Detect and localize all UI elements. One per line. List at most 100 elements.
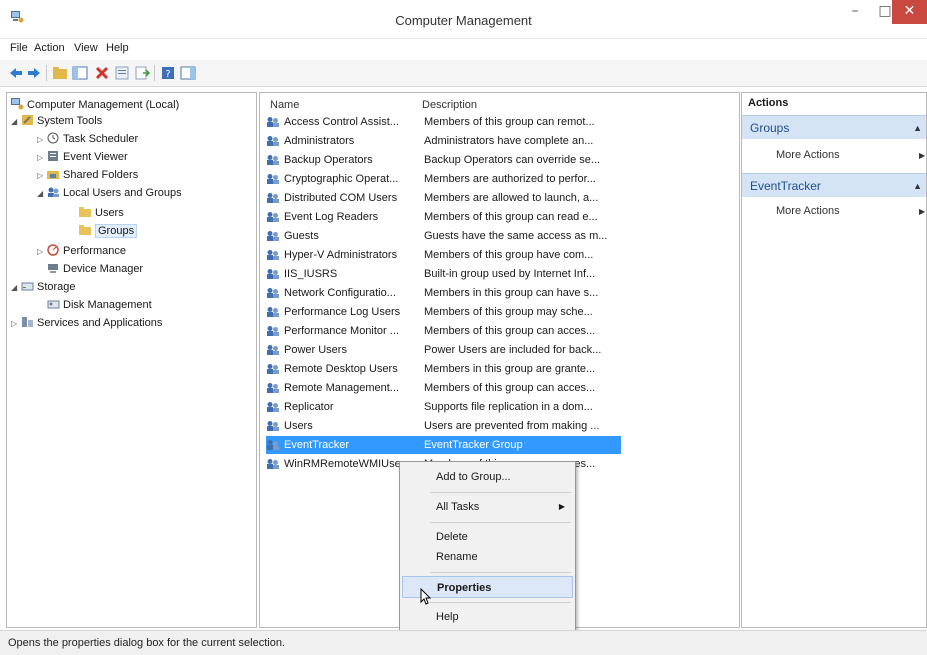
menu-item-add-to-group[interactable]: Add to Group... bbox=[402, 466, 573, 488]
actions-group-eventtracker[interactable]: EventTracker ▲ bbox=[742, 173, 926, 197]
tree-item-disk-management[interactable]: Disk Management bbox=[47, 297, 152, 313]
column-header-description[interactable]: Description bbox=[422, 99, 477, 111]
group-row[interactable]: Guests Guests have the same access as m..… bbox=[266, 227, 621, 245]
tree-item-services-and-applications[interactable]: ▷ Services and Applications bbox=[11, 315, 162, 331]
menu-view[interactable]: View bbox=[74, 42, 98, 54]
tree-item-label: Task Scheduler bbox=[63, 133, 139, 145]
disk-icon bbox=[47, 300, 60, 309]
group-icon bbox=[267, 155, 279, 165]
show-action-pane-icon[interactable] bbox=[180, 65, 196, 81]
tree-item-performance[interactable]: ▷ Performance bbox=[37, 243, 126, 259]
group-description: Supports file replication in a dom... bbox=[424, 401, 593, 413]
forward-arrow-icon[interactable] bbox=[26, 65, 42, 81]
group-icon bbox=[267, 231, 279, 241]
tree-item-label: System Tools bbox=[37, 115, 103, 127]
folder-up-icon[interactable] bbox=[52, 65, 68, 81]
show-hide-tree-icon[interactable] bbox=[72, 65, 88, 81]
close-button[interactable]: ✕ bbox=[892, 0, 927, 24]
group-row[interactable]: Power Users Power Users are included for … bbox=[266, 341, 621, 359]
group-row[interactable]: EventTracker EventTracker Group bbox=[266, 436, 621, 454]
tree-item-event-viewer[interactable]: ▷ Event Viewer bbox=[37, 149, 128, 165]
tree-item-computer-management[interactable]: Computer Management (Local) bbox=[11, 97, 179, 113]
collapsed-toggle-icon[interactable]: ▷ bbox=[11, 316, 21, 332]
expanded-toggle-icon[interactable]: ◢ bbox=[37, 186, 47, 202]
group-row[interactable]: Users Users are prevented from making ... bbox=[266, 417, 621, 435]
collapsed-toggle-icon[interactable]: ▷ bbox=[37, 150, 47, 166]
delete-icon[interactable] bbox=[94, 65, 110, 81]
actions-pane: Actions Groups ▲ More Actions ▶ EventTra… bbox=[741, 92, 927, 628]
group-row[interactable]: Replicator Supports file replication in a… bbox=[266, 398, 621, 416]
more-actions-link[interactable]: More Actions bbox=[776, 149, 840, 161]
group-name: Replicator bbox=[284, 401, 334, 413]
expanded-toggle-icon[interactable]: ◢ bbox=[11, 280, 21, 296]
group-name: Cryptographic Operat... bbox=[284, 173, 399, 185]
tree-item-local-users-and-groups[interactable]: ◢ Local Users and Groups bbox=[37, 185, 182, 201]
group-row[interactable]: IIS_IUSRS Built-in group used by Internet… bbox=[266, 265, 621, 283]
tree-item-groups[interactable]: Groups bbox=[79, 223, 138, 239]
menu-item-delete[interactable]: Delete bbox=[402, 526, 573, 548]
group-row[interactable]: Remote Management... Members of this grou… bbox=[266, 379, 621, 397]
actions-group-groups[interactable]: Groups ▲ bbox=[742, 115, 926, 139]
collapsed-toggle-icon[interactable]: ▷ bbox=[37, 132, 47, 148]
menu-file[interactable]: File bbox=[10, 42, 28, 54]
title-bar[interactable]: Computer Management – □ ✕ bbox=[0, 0, 927, 39]
group-row[interactable]: Cryptographic Operat... Members are autho… bbox=[266, 170, 621, 188]
menu-action[interactable]: Action bbox=[34, 42, 65, 54]
properties-icon[interactable] bbox=[114, 65, 130, 81]
group-row[interactable]: Administrators Administrators have comple… bbox=[266, 132, 621, 150]
collapsed-toggle-icon[interactable]: ▷ bbox=[37, 244, 47, 260]
menu-item-label: All Tasks bbox=[436, 501, 480, 513]
tree-item-system-tools[interactable]: ◢ System Tools bbox=[11, 113, 102, 129]
tree-item-label: Groups bbox=[95, 224, 138, 238]
group-icon bbox=[267, 307, 279, 317]
group-name: Performance Log Users bbox=[284, 306, 401, 318]
menu-item-all-tasks[interactable]: All Tasks ▶ bbox=[402, 496, 573, 518]
expanded-toggle-icon[interactable]: ◢ bbox=[11, 114, 21, 130]
group-row[interactable]: Backup Operators Backup Operators can ove… bbox=[266, 151, 621, 169]
menu-help[interactable]: Help bbox=[106, 42, 129, 54]
group-row[interactable]: Performance Monitor ... Members of this g… bbox=[266, 322, 621, 340]
collapsed-toggle-icon[interactable]: ▷ bbox=[37, 168, 47, 184]
submenu-arrow-icon: ▶ bbox=[558, 502, 565, 511]
group-description: Members of this group have com... bbox=[424, 249, 594, 261]
group-row[interactable]: Hyper-V Administrators Members of this gr… bbox=[266, 246, 621, 264]
tree-item-users[interactable]: Users bbox=[79, 205, 124, 221]
group-description: Members in this group can have s... bbox=[424, 287, 599, 299]
menu-item-rename[interactable]: Rename bbox=[402, 546, 573, 568]
tree-item-device-manager[interactable]: Device Manager bbox=[47, 261, 143, 277]
more-actions-link[interactable]: More Actions bbox=[776, 205, 840, 217]
group-row[interactable]: Remote Desktop Users Members in this grou… bbox=[266, 360, 621, 378]
menu-separator bbox=[430, 602, 571, 603]
export-list-icon[interactable] bbox=[134, 65, 150, 81]
submenu-arrow-icon[interactable]: ▶ bbox=[919, 207, 925, 216]
collapse-caret-icon[interactable]: ▲ bbox=[913, 116, 922, 140]
group-description: Users are prevented from making ... bbox=[424, 420, 600, 432]
submenu-arrow-icon[interactable]: ▶ bbox=[919, 151, 925, 160]
tree-item-label: Event Viewer bbox=[63, 151, 128, 163]
group-icon bbox=[267, 383, 279, 393]
group-row[interactable]: Access Control Assist... Members of this … bbox=[266, 113, 621, 131]
tree-item-shared-folders[interactable]: ▷ Shared Folders bbox=[37, 167, 138, 183]
event-viewer-icon bbox=[48, 151, 58, 161]
back-arrow-icon[interactable] bbox=[8, 65, 24, 81]
group-icon bbox=[267, 421, 279, 431]
computer-management-window: Computer Management – □ ✕ File Action Vi… bbox=[0, 0, 927, 655]
column-header-name[interactable]: Name bbox=[270, 99, 299, 111]
collapse-caret-icon[interactable]: ▲ bbox=[913, 174, 922, 198]
help-icon[interactable]: ? bbox=[160, 65, 176, 81]
group-row[interactable]: Performance Log Users Members of this gro… bbox=[266, 303, 621, 321]
context-menu: Add to Group... All Tasks ▶ Delete Renam… bbox=[399, 461, 576, 634]
tree-item-task-scheduler[interactable]: ▷ Task Scheduler bbox=[37, 131, 138, 147]
group-name: EventTracker bbox=[284, 439, 350, 451]
performance-icon bbox=[47, 244, 59, 256]
tree-item-storage[interactable]: ◢ Storage bbox=[11, 279, 76, 295]
group-row[interactable]: Event Log Readers Members of this group c… bbox=[266, 208, 621, 226]
tree-item-label: Services and Applications bbox=[37, 317, 163, 329]
svg-text:?: ? bbox=[165, 69, 170, 80]
group-row[interactable]: Distributed COM Users Members are allowed… bbox=[266, 189, 621, 207]
group-row[interactable]: Network Configuratio... Members in this g… bbox=[266, 284, 621, 302]
menu-item-help[interactable]: Help bbox=[402, 606, 573, 628]
folder-icon bbox=[79, 207, 91, 217]
tree-item-label: Disk Management bbox=[63, 299, 152, 311]
toolbar: ? bbox=[0, 60, 927, 87]
